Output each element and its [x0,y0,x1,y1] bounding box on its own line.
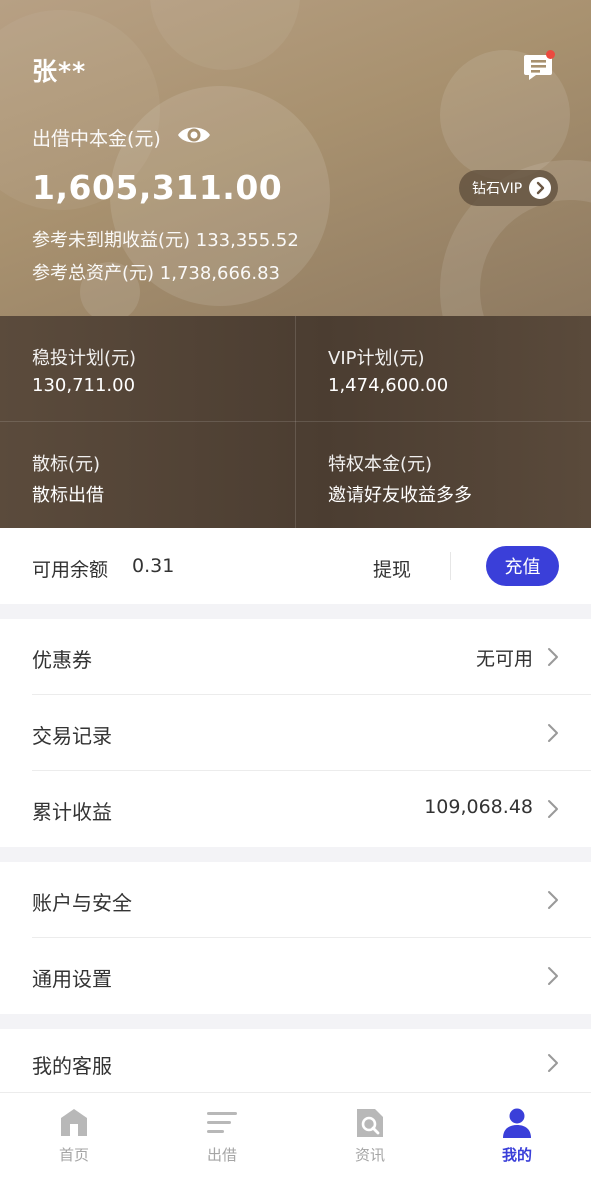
chevron-right-icon [548,967,558,985]
plan-value: 1,474,600.00 [328,375,449,396]
vip-badge-button[interactable]: 钻石VIP [459,170,558,206]
tab-label: 首页 [58,1146,89,1164]
plan-cell-steady[interactable]: 稳投计划(元) 130,711.00 [0,316,295,422]
plan-grid: 稳投计划(元) 130,711.00 VIP计划(元) 1,474,600.00… [0,316,591,528]
menu-item-label: 我的客服 [32,1054,112,1078]
toggle-visibility-button[interactable] [176,121,212,149]
plan-cell-privilege[interactable]: 特权本金(元) 邀请好友收益多多 [296,422,591,528]
chevron-right-icon [548,648,558,666]
tab-lend[interactable]: 出借 [148,1093,296,1188]
menu-item-value: 109,068.48 [424,796,533,818]
menu-item-label: 交易记录 [32,724,112,748]
chevron-right-icon [548,1054,558,1072]
recharge-button[interactable]: 充值 [486,546,559,586]
menu-item-transactions[interactable]: 交易记录 [0,695,591,771]
plan-value: 邀请好友收益多多 [328,485,472,506]
plan-cell-vip[interactable]: VIP计划(元) 1,474,600.00 [296,316,591,422]
profile-icon [503,1108,531,1138]
message-button[interactable] [523,50,555,82]
chevron-right-icon [548,724,558,742]
bottom-tab-bar: 首页 出借 资讯 我的 [0,1092,591,1188]
header-decoration [150,0,300,70]
menu-item-value: 无可用 [475,648,533,670]
tab-me[interactable]: 我的 [443,1093,591,1188]
menu-group-finance: 优惠券 无可用 交易记录 累计收益 109,068.48 [0,619,591,847]
plan-title: VIP计划(元) [328,348,425,369]
balance-label: 可用余额 [32,559,109,581]
tab-home[interactable]: 首页 [0,1093,148,1188]
menu-item-security[interactable]: 账户与安全 [0,862,591,938]
menu-item-coupon[interactable]: 优惠券 无可用 [0,619,591,695]
plan-cell-loose[interactable]: 散标(元) 散标出借 [0,422,295,528]
balance-value: 0.31 [132,555,175,577]
list-icon [207,1112,237,1133]
expected-income: 参考未到期收益(元) 133,355.52 [32,230,299,251]
menu-item-label: 优惠券 [32,648,92,672]
plan-title: 散标(元) [32,454,101,475]
divider [450,552,451,580]
news-search-icon [357,1109,383,1137]
tab-label: 我的 [501,1146,532,1164]
menu-item-cumulative-income[interactable]: 累计收益 109,068.48 [0,771,591,847]
menu-item-customer-service[interactable]: 我的客服 [0,1029,591,1092]
tab-news[interactable]: 资讯 [296,1093,444,1188]
menu-item-settings[interactable]: 通用设置 [0,938,591,1014]
menu-group-account: 账户与安全 通用设置 [0,862,591,1014]
menu-item-label: 累计收益 [32,800,112,824]
eye-icon [178,127,210,143]
chevron-right-icon [548,891,558,909]
username: 张** [32,57,87,86]
menu-item-label: 账户与安全 [32,891,132,915]
plan-value: 散标出借 [32,485,104,506]
principal-amount: 1,605,311.00 [32,168,283,207]
account-header: 张** 出借中本金(元) 1,605,311.00 参考未到期收益(元) 133… [0,0,591,316]
plan-value: 130,711.00 [32,375,136,396]
chevron-right-icon [548,800,558,818]
menu-group-service: 我的客服 [0,1029,591,1092]
home-icon [61,1109,87,1136]
menu-item-label: 通用设置 [32,967,112,991]
tab-label: 出借 [206,1146,237,1164]
withdraw-button[interactable]: 提现 [373,555,411,582]
principal-label: 出借中本金(元) [32,128,161,150]
chevron-right-icon [529,177,551,199]
plan-title: 稳投计划(元) [32,348,137,369]
plan-title: 特权本金(元) [328,454,433,475]
notification-dot [546,50,555,59]
tab-label: 资讯 [354,1146,385,1164]
vip-badge-label: 钻石VIP [472,181,523,197]
total-assets: 参考总资产(元) 1,738,666.83 [32,263,281,284]
